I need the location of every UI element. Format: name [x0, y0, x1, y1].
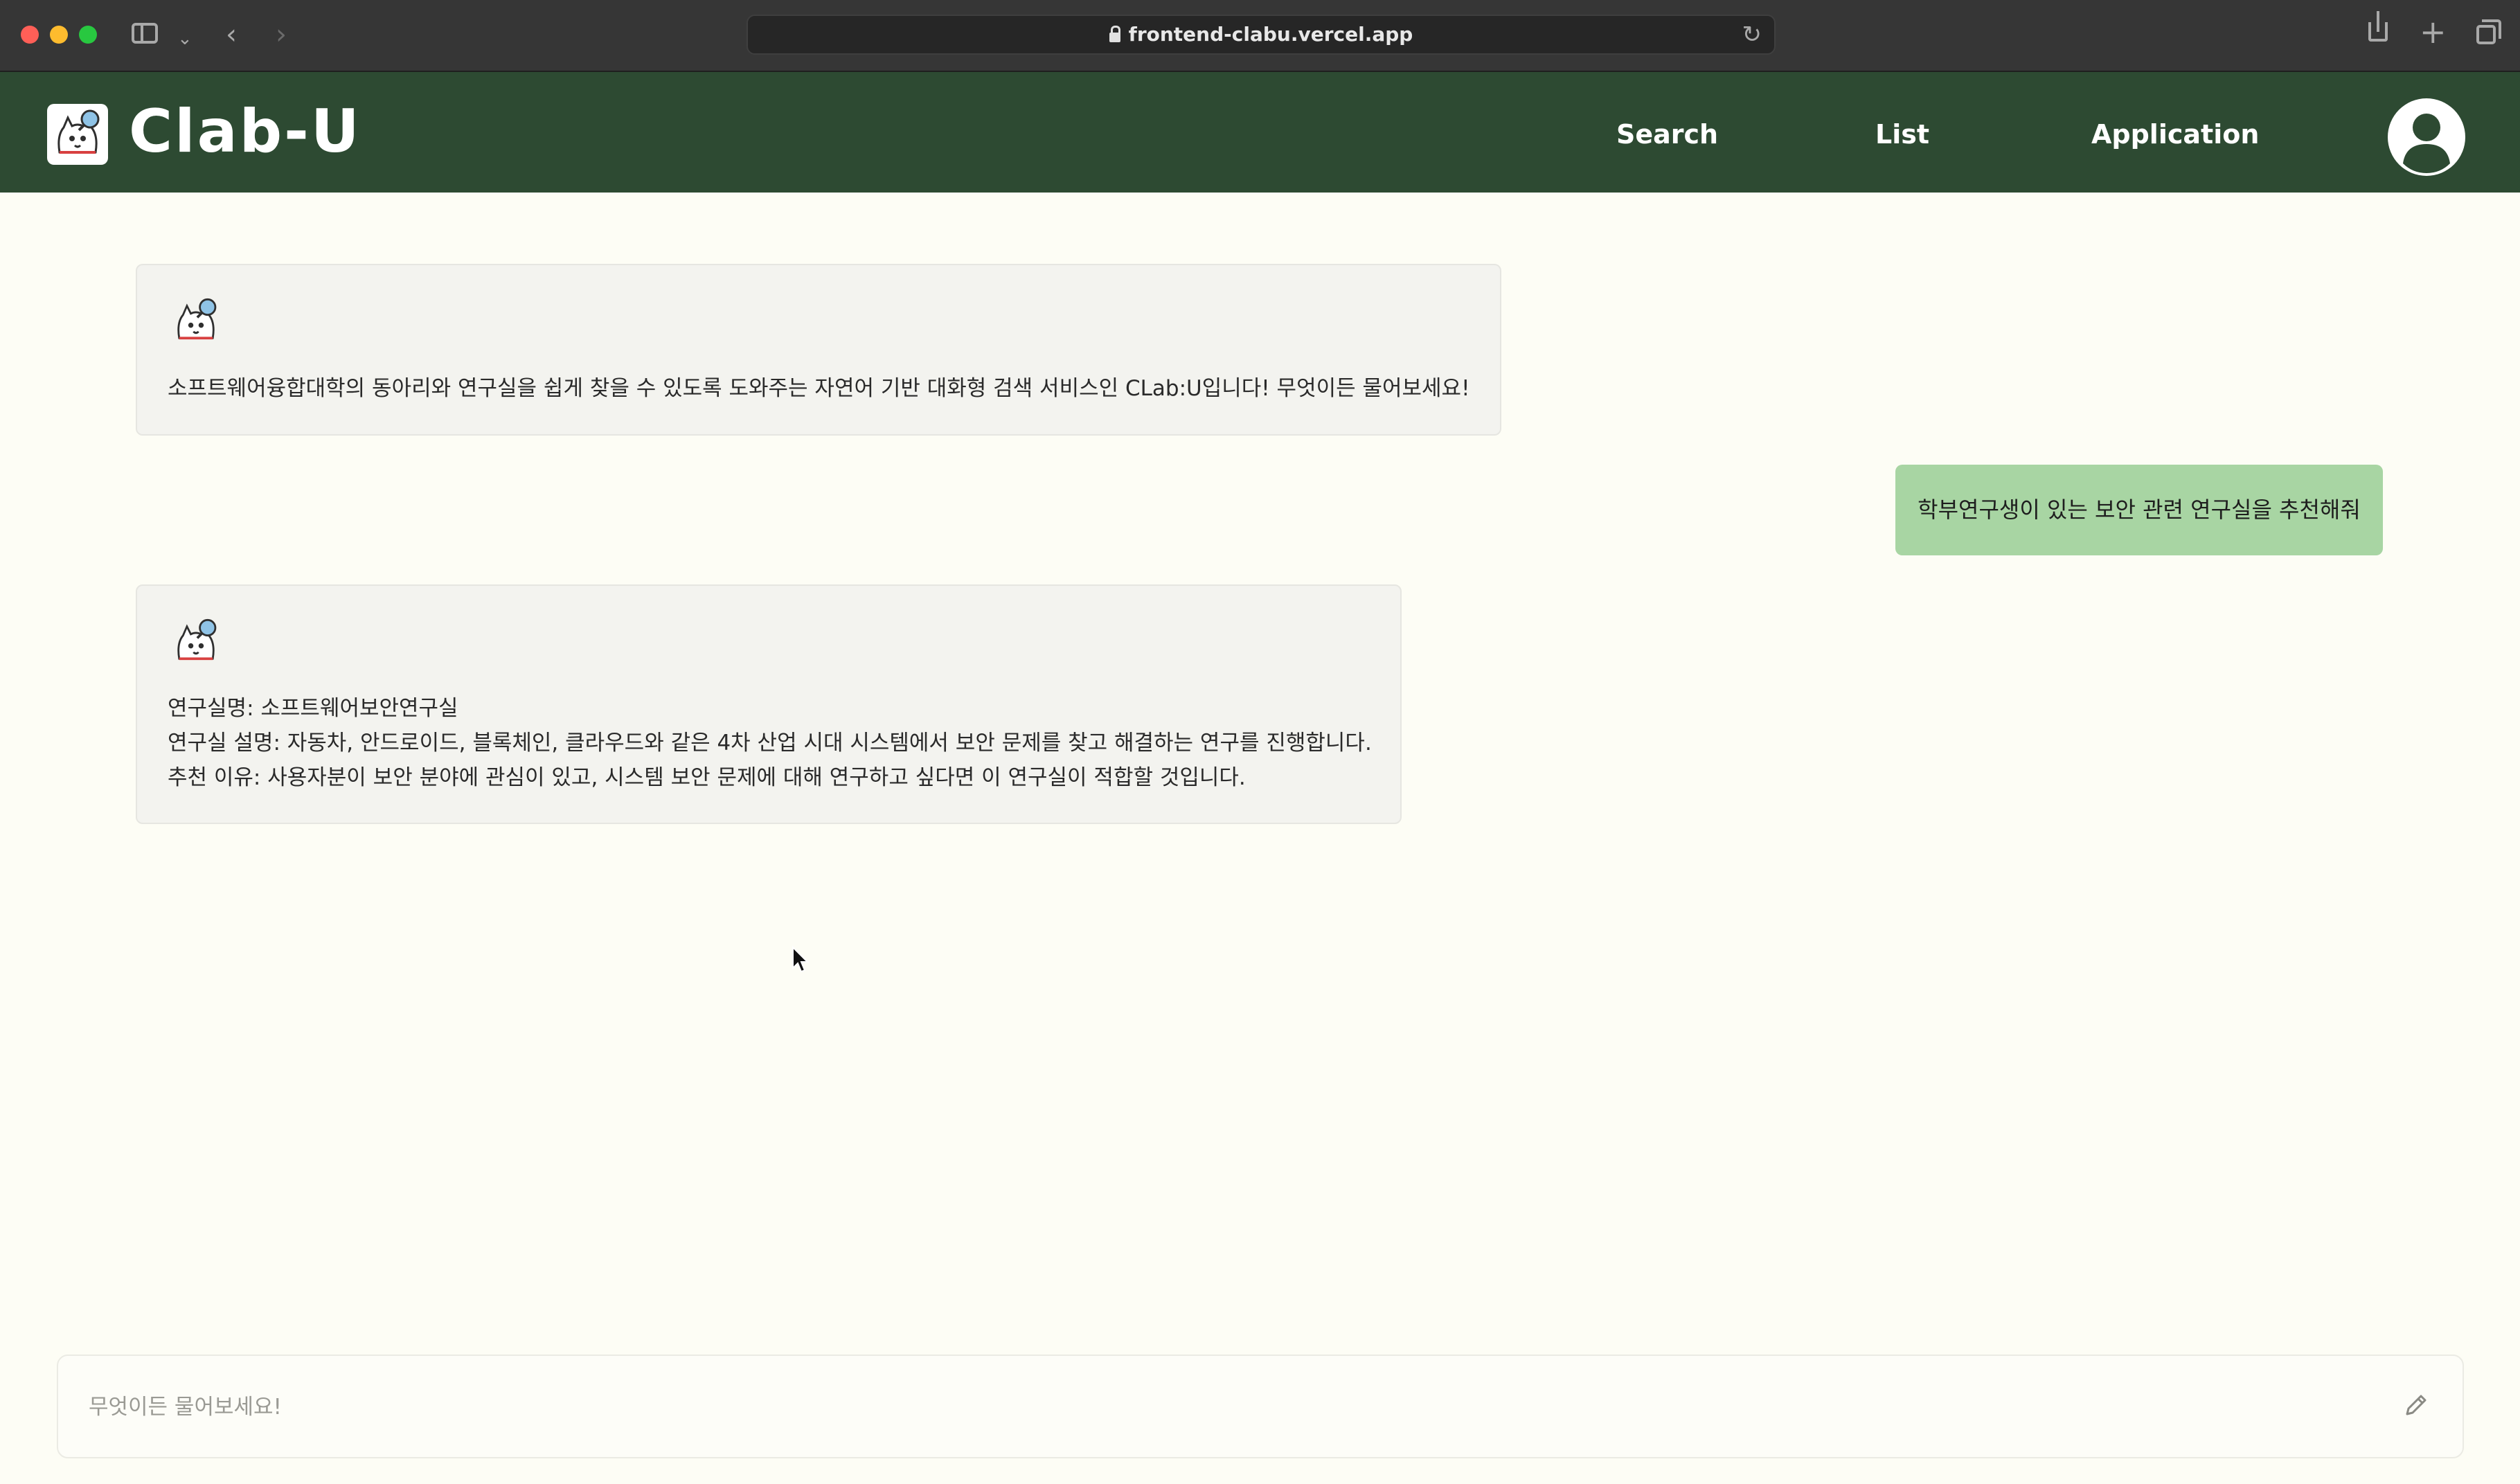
address-bar[interactable]: frontend-clabu.vercel.app ↻: [747, 15, 1776, 55]
forward-icon[interactable]: ›: [276, 19, 287, 50]
minimize-window-button[interactable]: [50, 26, 68, 44]
share-icon[interactable]: [2368, 11, 2388, 42]
pencil-icon[interactable]: [2402, 1392, 2429, 1420]
nav-list-link[interactable]: List: [1875, 114, 1929, 155]
back-icon[interactable]: ‹: [226, 19, 237, 50]
tab-overview-icon[interactable]: [2476, 19, 2501, 44]
url-display: frontend-clabu.vercel.app: [748, 16, 1774, 53]
bot-avatar-icon: [168, 293, 224, 350]
chat-input[interactable]: [87, 1356, 2375, 1458]
reload-icon[interactable]: ↻: [1742, 19, 1762, 51]
brand-logo-text[interactable]: Clab-U: [129, 97, 361, 166]
mascot-magnifier-icon[interactable]: [47, 104, 108, 165]
close-window-button[interactable]: [21, 26, 39, 44]
sidebar-toggle-icon[interactable]: [132, 23, 158, 44]
bot-avatar-icon: [168, 614, 224, 670]
chevron-down-icon[interactable]: ⌄: [177, 24, 193, 54]
browser-toolbar: ⌄ ‹ › frontend-clabu.vercel.app ↻ +: [0, 0, 2520, 72]
app-header: Clab-U Search List Application: [0, 72, 2520, 193]
bot-message: 연구실명: 소프트웨어보안연구실 연구실 설명: 자동차, 안드로이드, 블록체…: [136, 584, 1402, 824]
lab-description-line: 연구실 설명: 자동차, 안드로이드, 블록체인, 클라우드와 같은 4차 산업…: [168, 731, 1372, 756]
user-message: 학부연구생이 있는 보안 관련 연구실을 추천해줘: [1895, 465, 2383, 555]
chat-input-container: [57, 1355, 2464, 1458]
lock-icon: [1109, 26, 1120, 42]
bot-message-text: 소프트웨어융합대학의 동아리와 연구실을 쉽게 찾을 수 있도록 도와주는 자연…: [168, 376, 1470, 401]
bot-message: 소프트웨어융합대학의 동아리와 연구실을 쉽게 찾을 수 있도록 도와주는 자연…: [136, 264, 1501, 436]
nav-search-link[interactable]: Search: [1616, 114, 1718, 155]
lab-name-line: 연구실명: 소프트웨어보안연구실: [168, 696, 458, 721]
url-text: frontend-clabu.vercel.app: [1128, 23, 1413, 46]
new-tab-icon[interactable]: +: [2420, 16, 2447, 48]
nav-application-link[interactable]: Application: [2091, 114, 2259, 155]
zoom-window-button[interactable]: [79, 26, 97, 44]
mouse-cursor-icon: [792, 945, 810, 976]
recommend-reason-line: 추천 이유: 사용자분이 보안 분야에 관심이 있고, 시스템 보안 문제에 대…: [168, 765, 1246, 790]
user-avatar-icon[interactable]: [2386, 97, 2467, 177]
